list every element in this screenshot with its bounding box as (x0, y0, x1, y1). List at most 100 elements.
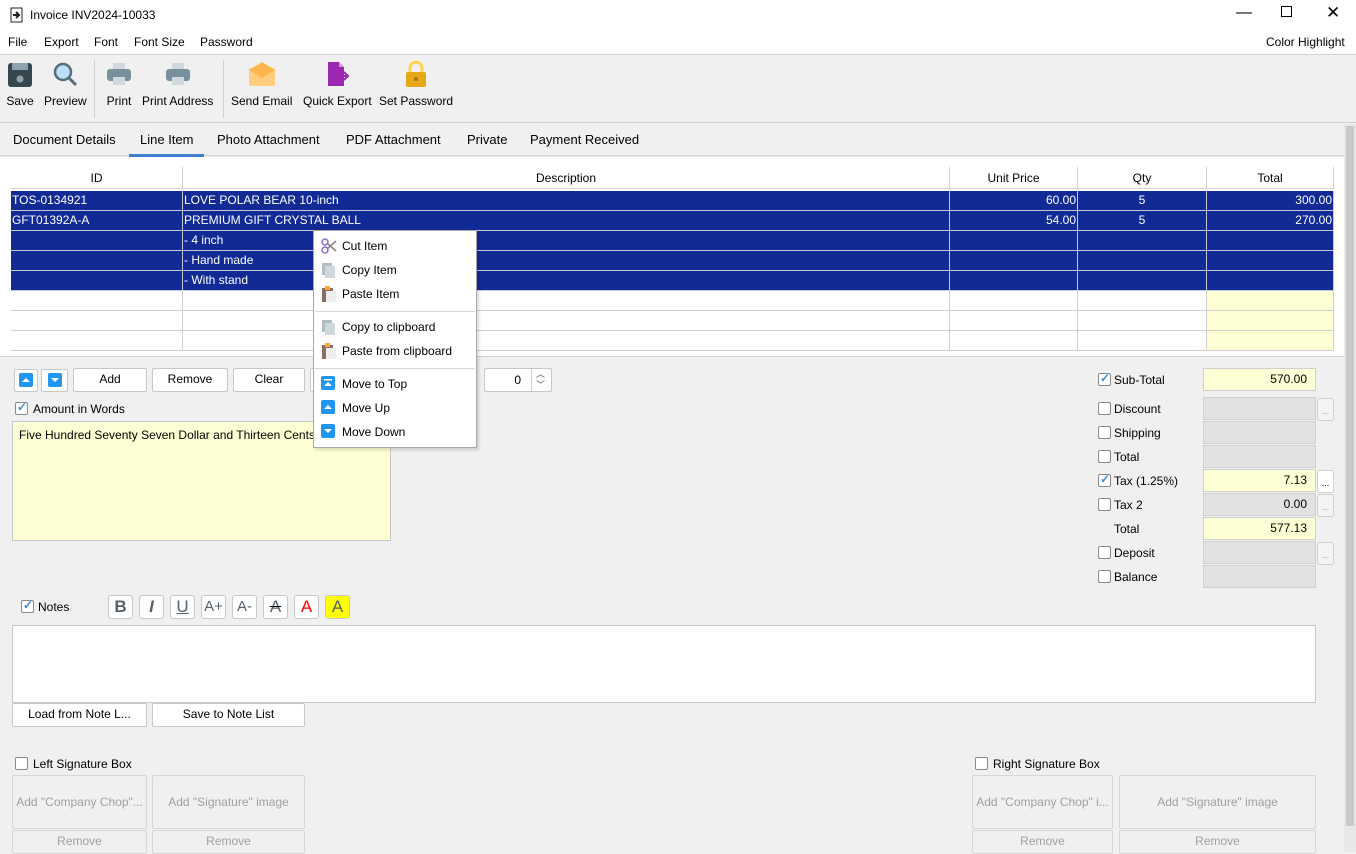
tab-line-item[interactable]: Line Item (128, 132, 206, 157)
decrease-font-button[interactable]: A- (232, 595, 257, 619)
total-value[interactable] (1203, 541, 1316, 564)
print-address-button[interactable]: Print Address (142, 60, 213, 108)
remove-button[interactable]: Remove (152, 368, 228, 392)
italic-button[interactable]: I (139, 595, 164, 619)
toolbar: Save Preview Print Print Address Send Em… (0, 56, 1356, 123)
total-value[interactable] (1203, 445, 1316, 468)
print-button[interactable]: Print (105, 60, 133, 108)
options-button[interactable]: ... (1317, 470, 1334, 493)
tab-photo-attachment[interactable]: Photo Attachment (217, 132, 320, 147)
table-row[interactable]: GFT01392A-A PREMIUM GIFT CRYSTAL BALL 54.0… (11, 211, 1334, 231)
total-checkbox[interactable] (1098, 426, 1111, 439)
empty-row[interactable] (11, 291, 1334, 311)
close-button[interactable]: ✕ (1326, 3, 1340, 23)
load-from-note-list-button[interactable]: Load from Note L... (12, 703, 147, 727)
move-down-button[interactable] (41, 369, 68, 392)
menu-item-cut[interactable]: Cut Item (314, 234, 476, 258)
total-checkbox[interactable] (1098, 498, 1111, 511)
left-sig-remove-button[interactable]: Remove (152, 830, 305, 854)
menu-password[interactable]: Password (200, 35, 253, 49)
vertical-scrollbar[interactable] (1344, 124, 1356, 852)
left-add-signature-button[interactable]: Add "Signature" image (152, 775, 305, 829)
table-row[interactable]: TOS-0134921 LOVE POLAR BEAR 10-inch 60.00 5… (11, 191, 1334, 211)
amount-in-words-checkbox[interactable] (15, 400, 28, 415)
left-chop-remove-button[interactable]: Remove (12, 830, 147, 854)
total-checkbox[interactable] (1098, 546, 1111, 559)
spinner-arrows-icon[interactable]: ︿ ﹀ (536, 369, 545, 391)
column-header[interactable]: Total (1207, 167, 1334, 189)
right-add-signature-button[interactable]: Add "Signature" image (1119, 775, 1316, 829)
minimize-button[interactable]: — (1236, 4, 1252, 22)
font-color-button[interactable]: A (294, 595, 319, 619)
total-value[interactable] (1203, 397, 1316, 420)
menu-item-copy[interactable]: Copy Item (314, 258, 476, 282)
right-sig-remove-button[interactable]: Remove (1119, 830, 1316, 854)
add-button[interactable]: Add (73, 368, 147, 392)
total-value[interactable] (1203, 565, 1316, 588)
empty-row[interactable] (11, 311, 1334, 331)
total-value[interactable]: 7.13 (1203, 469, 1316, 492)
arrow-down-icon (47, 373, 62, 387)
total-checkbox[interactable] (1098, 472, 1111, 487)
menu-item-copy-to-clipboard[interactable]: Copy to clipboard (314, 315, 476, 339)
grid-header[interactable]: ID Description Unit Price Qty Total (11, 167, 1334, 189)
save-button[interactable]: Save (6, 60, 34, 108)
menu-font-size[interactable]: Font Size (134, 35, 185, 49)
quick-export-button[interactable]: Quick Export (303, 60, 372, 108)
total-value[interactable] (1203, 421, 1316, 444)
column-header[interactable]: ID (11, 167, 183, 189)
total-value[interactable]: 577.13 (1203, 517, 1316, 540)
options-button[interactable]: ... (1317, 494, 1334, 517)
move-up-button[interactable] (14, 369, 38, 392)
underline-button[interactable]: U (170, 595, 195, 619)
menu-item-paste[interactable]: Paste Item (314, 282, 476, 306)
menu-item-move-to-top[interactable]: Move to Top (314, 372, 476, 396)
total-checkbox[interactable] (1098, 371, 1111, 386)
options-button[interactable]: ... (1317, 398, 1334, 421)
notes-checkbox[interactable] (21, 598, 34, 613)
strikethrough-button[interactable]: A (263, 595, 288, 619)
save-to-note-list-button[interactable]: Save to Note List (152, 703, 305, 727)
total-checkbox[interactable] (1098, 570, 1111, 583)
menu-export[interactable]: Export (44, 35, 79, 49)
options-button[interactable]: ... (1317, 542, 1334, 565)
spinner[interactable]: 0 ︿ ﹀ (484, 368, 552, 392)
menu-item-paste-from-clipboard[interactable]: Paste from clipboard (314, 339, 476, 363)
left-signature-checkbox[interactable] (15, 757, 28, 770)
clear-button[interactable]: Clear (233, 368, 305, 392)
total-value[interactable]: 0.00 (1203, 493, 1316, 516)
tab-payment-received[interactable]: Payment Received (530, 132, 639, 147)
right-add-company-chop-button[interactable]: Add "Company Chop" i... (972, 775, 1113, 829)
send-email-button[interactable]: Send Email (231, 60, 292, 108)
menu-item-move-up[interactable]: Move Up (314, 396, 476, 420)
column-header[interactable]: Qty (1078, 167, 1207, 189)
column-header[interactable]: Description (183, 167, 950, 189)
increase-font-button[interactable]: A+ (201, 595, 226, 619)
total-checkbox[interactable] (1098, 450, 1111, 463)
right-chop-remove-button[interactable]: Remove (972, 830, 1113, 854)
preview-button[interactable]: Preview (44, 60, 87, 108)
table-row[interactable]: - Hand made (11, 251, 1334, 271)
empty-row[interactable] (11, 331, 1334, 351)
bold-button[interactable]: B (108, 595, 133, 619)
grid-cell (183, 291, 950, 311)
column-header[interactable]: Unit Price (950, 167, 1078, 189)
notes-field[interactable] (12, 625, 1316, 703)
grid-cell (1078, 311, 1207, 331)
tab-document-details[interactable]: Document Details (13, 132, 116, 147)
tab-private[interactable]: Private (467, 132, 507, 147)
menu-item-move-down[interactable]: Move Down (314, 420, 476, 444)
maximize-button[interactable] (1281, 6, 1292, 17)
left-add-company-chop-button[interactable]: Add "Company Chop"... (12, 775, 147, 829)
menu-color-highlight[interactable]: Color Highlight (1266, 35, 1345, 49)
menu-font[interactable]: Font (94, 35, 118, 49)
total-checkbox[interactable] (1098, 402, 1111, 415)
tab-pdf-attachment[interactable]: PDF Attachment (346, 132, 441, 147)
table-row[interactable]: - 4 inch (11, 231, 1334, 251)
table-row[interactable]: - With stand (11, 271, 1334, 291)
set-password-button[interactable]: Set Password (379, 60, 453, 108)
menu-file[interactable]: File (8, 35, 27, 49)
right-signature-checkbox[interactable] (975, 757, 988, 770)
total-value[interactable]: 570.00 (1203, 368, 1316, 391)
highlight-button[interactable]: A (325, 595, 350, 619)
